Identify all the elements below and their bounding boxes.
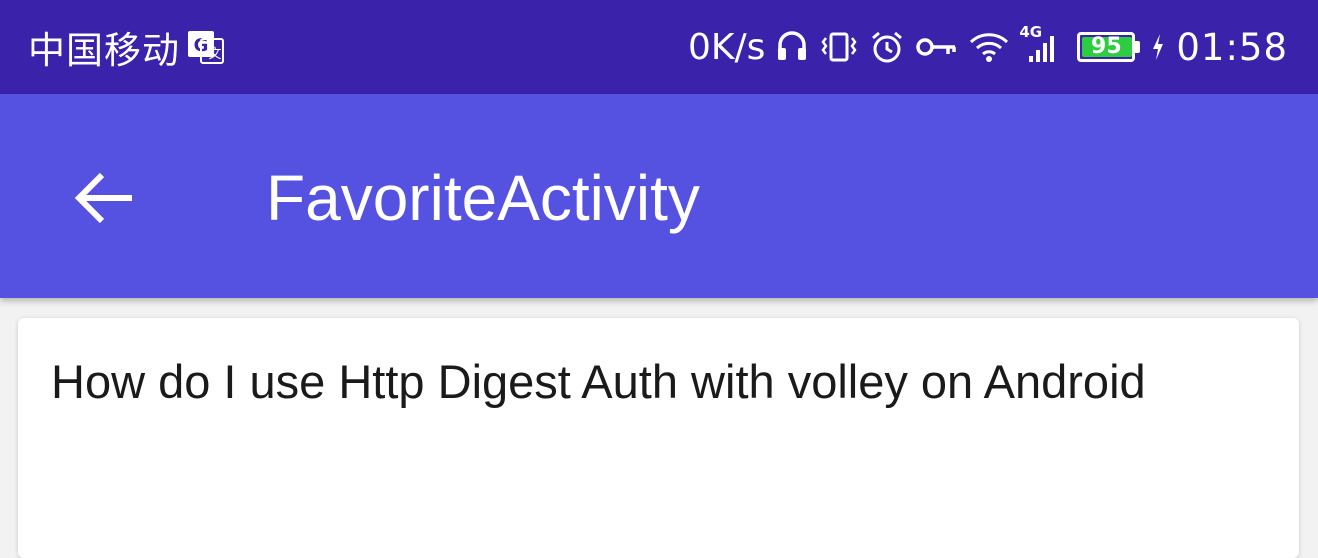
arrow-back-icon	[72, 171, 136, 225]
status-bar-right: 0K/s 4G 95 01:58	[687, 23, 1288, 69]
vibrate-icon	[819, 27, 859, 67]
clock: 01:58	[1176, 25, 1288, 69]
battery-icon: 95	[1077, 32, 1141, 62]
page-title: FavoriteActivity	[266, 162, 700, 234]
status-bar-left: 中国移动 G 文	[28, 20, 226, 74]
charging-icon	[1150, 27, 1166, 67]
signal-icon: 4G	[1019, 23, 1059, 67]
favorite-list-item[interactable]: How do I use Http Digest Auth with volle…	[18, 318, 1299, 558]
translate-icon: G 文	[186, 29, 226, 65]
status-bar: 中国移动 G 文 0K/s 4G 95 01:58	[0, 0, 1318, 94]
back-button[interactable]	[60, 154, 148, 242]
headphones-icon	[775, 27, 809, 67]
alarm-icon	[869, 27, 905, 67]
vpn-key-icon	[915, 27, 959, 67]
app-bar: FavoriteActivity	[0, 94, 1318, 298]
battery-level: 95	[1091, 34, 1122, 59]
network-speed: 0K/s	[687, 26, 766, 68]
svg-text:文: 文	[208, 47, 221, 62]
carrier-name: 中国移动	[28, 29, 180, 72]
network-type-label: 4G	[1019, 23, 1043, 41]
favorite-question-title: How do I use Http Digest Auth with volle…	[51, 355, 1146, 408]
battery-tip	[1135, 41, 1141, 53]
battery-body: 95	[1077, 32, 1136, 62]
wifi-icon	[969, 27, 1009, 67]
